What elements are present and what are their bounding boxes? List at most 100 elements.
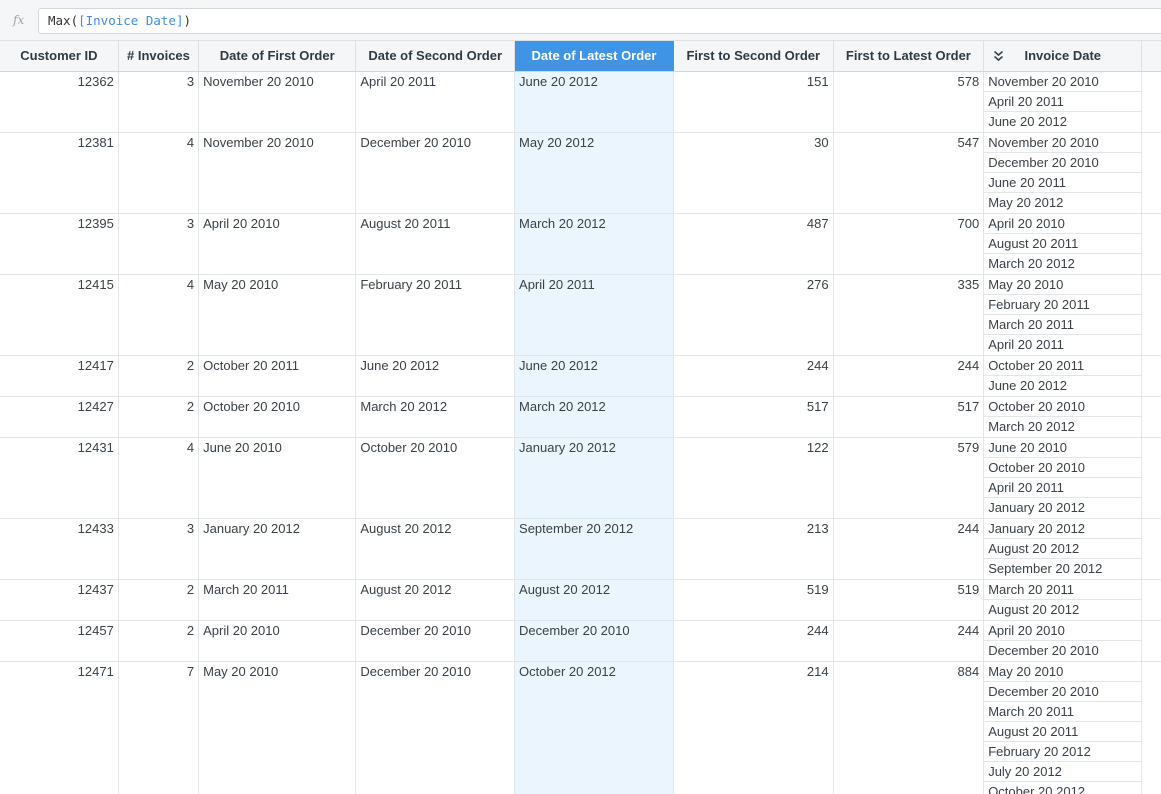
invoice-date-item[interactable]: June 20 2011 [984, 173, 1141, 193]
cell-date-of-second-order[interactable]: April 20 2011 [355, 71, 516, 133]
invoice-date-item[interactable]: October 20 2010 [984, 458, 1141, 478]
cell-first-to-second-order[interactable]: 244 [673, 355, 834, 397]
cell-first-to-second-order[interactable]: 519 [673, 579, 834, 621]
invoice-date-item[interactable]: December 20 2010 [984, 153, 1141, 173]
cell-invoice-count[interactable]: 3 [118, 71, 200, 133]
cell-date-of-first-order[interactable]: January 20 2012 [198, 518, 357, 580]
collapse-chevron-icon[interactable] [993, 50, 1004, 62]
cell-date-of-latest-order[interactable]: December 20 2010 [514, 620, 674, 662]
invoice-date-item[interactable]: April 20 2010 [984, 621, 1141, 641]
invoice-date-item[interactable]: March 20 2012 [984, 254, 1141, 274]
cell-invoice-date-list[interactable]: April 20 2010 August 20 2011 March 20 2012 [983, 213, 1143, 275]
table-row[interactable]: 12433 3 January 20 2012 August 20 2012 Septe… [0, 518, 1161, 580]
cell-customer-id[interactable]: 12457 [0, 620, 119, 662]
invoice-date-item[interactable]: March 20 2011 [984, 315, 1141, 335]
cell-first-to-second-order[interactable]: 276 [673, 274, 834, 356]
cell-first-to-second-order[interactable]: 213 [673, 518, 834, 580]
cell-date-of-first-order[interactable]: November 20 2010 [198, 132, 357, 214]
cell-date-of-first-order[interactable]: March 20 2011 [198, 579, 357, 621]
cell-first-to-second-order[interactable]: 122 [673, 437, 834, 519]
cell-invoice-date-list[interactable]: May 20 2010 February 20 2011 March 20 2011… [983, 274, 1143, 356]
invoice-date-item[interactable]: May 20 2010 [984, 275, 1141, 295]
invoice-date-item[interactable]: June 20 2012 [984, 112, 1141, 132]
cell-first-to-second-order[interactable]: 517 [673, 396, 834, 438]
invoice-date-item[interactable]: February 20 2012 [984, 742, 1141, 762]
cell-date-of-second-order[interactable]: August 20 2012 [355, 518, 516, 580]
invoice-date-item[interactable]: July 20 2012 [984, 762, 1141, 782]
cell-date-of-first-order[interactable]: May 20 2010 [198, 274, 357, 356]
column-header-date-of-latest-order[interactable]: Date of Latest Order [514, 41, 674, 72]
invoice-date-item[interactable]: December 20 2010 [984, 682, 1141, 702]
invoice-date-item[interactable]: January 20 2012 [984, 498, 1141, 518]
cell-customer-id[interactable]: 12427 [0, 396, 119, 438]
cell-first-to-latest-order[interactable]: 519 [833, 579, 985, 621]
cell-invoice-count[interactable]: 2 [118, 355, 200, 397]
table-row[interactable]: 12362 3 November 20 2010 April 20 2011 June … [0, 71, 1161, 133]
cell-customer-id[interactable]: 12437 [0, 579, 119, 621]
invoice-date-item[interactable]: August 20 2011 [984, 234, 1141, 254]
cell-invoice-date-list[interactable]: October 20 2011 June 20 2012 [983, 355, 1143, 397]
cell-first-to-latest-order[interactable]: 700 [833, 213, 985, 275]
cell-invoice-date-list[interactable]: October 20 2010 March 20 2012 [983, 396, 1143, 438]
column-header-date-of-second-order[interactable]: Date of Second Order [355, 41, 516, 72]
table-row[interactable]: 12437 2 March 20 2011 August 20 2012 August … [0, 579, 1161, 621]
cell-first-to-latest-order[interactable]: 244 [833, 355, 985, 397]
cell-invoice-count[interactable]: 7 [118, 661, 200, 794]
cell-invoice-count[interactable]: 4 [118, 437, 200, 519]
cell-first-to-second-order[interactable]: 30 [673, 132, 834, 214]
invoice-date-item[interactable]: March 20 2012 [984, 417, 1141, 437]
cell-first-to-latest-order[interactable]: 884 [833, 661, 985, 794]
invoice-date-item[interactable]: October 20 2012 [984, 782, 1141, 794]
cell-invoice-date-list[interactable]: March 20 2011 August 20 2012 [983, 579, 1143, 621]
table-row[interactable]: 12427 2 October 20 2010 March 20 2012 March … [0, 396, 1161, 438]
column-header-first-to-latest-order[interactable]: First to Latest Order [833, 41, 985, 72]
cell-customer-id[interactable]: 12415 [0, 274, 119, 356]
cell-date-of-first-order[interactable]: May 20 2010 [198, 661, 357, 794]
invoice-date-item[interactable]: August 20 2011 [984, 722, 1141, 742]
cell-first-to-second-order[interactable]: 487 [673, 213, 834, 275]
cell-first-to-latest-order[interactable]: 517 [833, 396, 985, 438]
invoice-date-item[interactable]: August 20 2012 [984, 539, 1141, 559]
cell-invoice-date-list[interactable]: November 20 2010 April 20 2011 June 20 201… [983, 71, 1143, 133]
invoice-date-item[interactable]: March 20 2011 [984, 702, 1141, 722]
invoice-date-item[interactable]: June 20 2012 [984, 376, 1141, 396]
invoice-date-item[interactable]: November 20 2010 [984, 133, 1141, 153]
cell-customer-id[interactable]: 12362 [0, 71, 119, 133]
cell-date-of-latest-order[interactable]: October 20 2012 [514, 661, 674, 794]
table-row[interactable]: 12395 3 April 20 2010 August 20 2011 March 2… [0, 213, 1161, 275]
invoice-date-item[interactable]: April 20 2011 [984, 92, 1141, 112]
invoice-date-item[interactable]: April 20 2010 [984, 214, 1141, 234]
cell-date-of-second-order[interactable]: December 20 2010 [355, 661, 516, 794]
cell-customer-id[interactable]: 12471 [0, 661, 119, 794]
invoice-date-item[interactable]: December 20 2010 [984, 641, 1141, 661]
cell-date-of-second-order[interactable]: August 20 2012 [355, 579, 516, 621]
formula-column-reference[interactable]: [Invoice Date] [78, 13, 183, 28]
cell-first-to-latest-order[interactable]: 579 [833, 437, 985, 519]
table-row[interactable]: 12457 2 April 20 2010 December 20 2010 Decem… [0, 620, 1161, 662]
invoice-date-item[interactable]: May 20 2010 [984, 662, 1141, 682]
cell-invoice-date-list[interactable]: June 20 2010 October 20 2010 April 20 2011… [983, 437, 1143, 519]
cell-date-of-first-order[interactable]: November 20 2010 [198, 71, 357, 133]
cell-customer-id[interactable]: 12381 [0, 132, 119, 214]
cell-first-to-second-order[interactable]: 151 [673, 71, 834, 133]
cell-date-of-latest-order[interactable]: June 20 2012 [514, 355, 674, 397]
cell-date-of-first-order[interactable]: April 20 2010 [198, 620, 357, 662]
cell-date-of-second-order[interactable]: February 20 2011 [355, 274, 516, 356]
table-row[interactable]: 12381 4 November 20 2010 December 20 2010 Ma… [0, 132, 1161, 214]
invoice-date-item[interactable]: March 20 2011 [984, 580, 1141, 600]
cell-date-of-second-order[interactable]: December 20 2010 [355, 620, 516, 662]
column-header-invoices[interactable]: # Invoices [118, 41, 200, 72]
column-header-first-to-second-order[interactable]: First to Second Order [673, 41, 834, 72]
cell-invoice-date-list[interactable]: November 20 2010 December 20 2010 June 20 … [983, 132, 1143, 214]
cell-date-of-second-order[interactable]: March 20 2012 [355, 396, 516, 438]
invoice-date-item[interactable]: April 20 2011 [984, 335, 1141, 355]
cell-date-of-first-order[interactable]: October 20 2011 [198, 355, 357, 397]
cell-date-of-latest-order[interactable]: March 20 2012 [514, 213, 674, 275]
cell-customer-id[interactable]: 12433 [0, 518, 119, 580]
invoice-date-item[interactable]: January 20 2012 [984, 519, 1141, 539]
cell-invoice-count[interactable]: 2 [118, 579, 200, 621]
invoice-date-item[interactable]: February 20 2011 [984, 295, 1141, 315]
cell-first-to-latest-order[interactable]: 244 [833, 620, 985, 662]
cell-date-of-first-order[interactable]: October 20 2010 [198, 396, 357, 438]
cell-date-of-latest-order[interactable]: September 20 2012 [514, 518, 674, 580]
